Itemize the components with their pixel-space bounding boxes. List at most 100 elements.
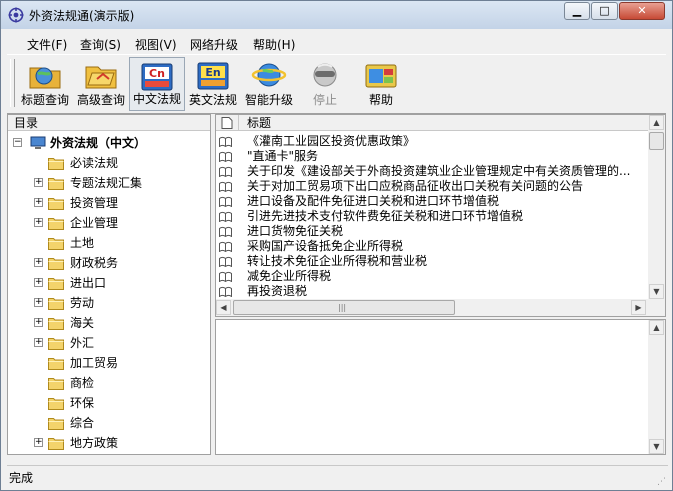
tree-item-label: 地方政策 xyxy=(70,436,119,450)
resize-grip-icon[interactable]: ⋰ xyxy=(657,477,666,487)
folder-icon xyxy=(48,438,64,450)
tree-header-label: 目录 xyxy=(14,116,39,130)
tree-item[interactable]: 商检 xyxy=(8,373,208,393)
collapse-icon[interactable]: − xyxy=(13,138,22,147)
list-item-title: "直通卡"服务 xyxy=(247,149,319,163)
column-divider[interactable] xyxy=(238,115,239,131)
title-bar[interactable]: 外资法规通(演示版) ▁ □ ✕ xyxy=(1,1,672,29)
open-book-icon xyxy=(219,151,232,162)
tree-item[interactable]: 加工贸易 xyxy=(8,353,208,373)
scroll-thumb[interactable] xyxy=(649,132,664,150)
tree-item-label: 商检 xyxy=(70,376,95,390)
tree-item-label: 外汇 xyxy=(70,336,95,350)
scroll-down-icon[interactable]: ▼ xyxy=(649,284,664,299)
list-item[interactable]: 引进先进技术支付软件费免征关税和进口环节增值税 xyxy=(216,209,646,224)
tree-item[interactable]: + 进出口 xyxy=(8,273,208,293)
open-book-icon xyxy=(219,256,232,267)
list-vertical-scrollbar[interactable]: ▲ ▼ xyxy=(648,115,665,299)
list-item[interactable]: 进口货物免征关税 xyxy=(216,224,646,239)
list-item[interactable]: 关于印发《建设部关于外商投资建筑业企业管理规定中有关资质管理的... xyxy=(216,164,646,179)
tree-item-label: 财政税务 xyxy=(70,256,119,270)
tree-item[interactable]: + 海关 xyxy=(8,313,208,333)
list-horizontal-scrollbar[interactable]: ◀ ||| ▶ xyxy=(216,299,648,316)
list-item-title: 关于对加工贸易项下出口应税商品征收出口关税有关问题的公告 xyxy=(247,179,584,193)
tree-item[interactable]: 土地 xyxy=(8,233,208,253)
tree-item-label: 环保 xyxy=(70,396,95,410)
expand-icon[interactable]: + xyxy=(34,298,43,307)
tree-item-label: 土地 xyxy=(70,236,95,250)
expand-icon[interactable]: + xyxy=(34,258,43,267)
expand-icon[interactable]: + xyxy=(34,198,43,207)
list-item[interactable]: 采购国产设备抵免企业所得税 xyxy=(216,239,646,254)
tree-item-label: 海关 xyxy=(70,316,95,330)
open-book-icon xyxy=(219,271,232,282)
close-button[interactable]: ✕ xyxy=(619,2,665,20)
maximize-button[interactable]: □ xyxy=(591,2,618,20)
folder-icon xyxy=(48,218,64,230)
app-logo-icon xyxy=(8,7,24,23)
folder-icon xyxy=(48,278,64,290)
tree-item[interactable]: + 劳动 xyxy=(8,293,208,313)
maximize-icon: □ xyxy=(599,4,610,17)
tree-root[interactable]: − 外资法规（中文） xyxy=(8,133,208,153)
regulation-list-pane[interactable]: 标题 《灌南工业园区投资优惠政策》 "直通卡"服务 关于印发《建设部关于外商投资建筑… xyxy=(215,114,666,317)
detail-vertical-scrollbar[interactable]: ▲ ▼ xyxy=(648,320,665,454)
menu-network-upgrade[interactable]: 网络升级 xyxy=(190,36,238,53)
horizontal-scroll-thumb[interactable]: ||| xyxy=(233,300,455,315)
list-item[interactable]: 进口设备及配件免征进口关税和进口环节增值税 xyxy=(216,194,646,209)
expand-icon[interactable]: + xyxy=(34,278,43,287)
expand-icon[interactable]: + xyxy=(34,338,43,347)
scroll-left-icon[interactable]: ◀ xyxy=(216,300,231,315)
list-item[interactable]: 减免企业所得税 xyxy=(216,269,646,284)
folder-icon xyxy=(48,238,64,250)
list-item[interactable]: 再投资退税 xyxy=(216,284,646,298)
expand-icon[interactable]: + xyxy=(34,318,43,327)
advanced-search-button[interactable]: 高级查询 xyxy=(73,57,129,111)
title-search-button[interactable]: 标题查询 xyxy=(17,57,73,111)
tree-item[interactable]: 综合 xyxy=(8,413,208,433)
list-item[interactable]: 关于对加工贸易项下出口应税商品征收出口关税有关问题的公告 xyxy=(216,179,646,194)
list-body: 《灌南工业园区投资优惠政策》 "直通卡"服务 关于印发《建设部关于外商投资建筑业企业… xyxy=(216,132,648,298)
open-book-icon xyxy=(219,181,232,192)
detail-scroll-up-icon[interactable]: ▲ xyxy=(649,320,664,335)
scroll-up-icon[interactable]: ▲ xyxy=(649,115,664,130)
tree-item[interactable]: + 财政税务 xyxy=(8,253,208,273)
expand-icon[interactable]: + xyxy=(34,438,43,447)
menu-help[interactable]: 帮助(H) xyxy=(253,36,295,53)
open-book-icon xyxy=(219,166,232,177)
help-icon xyxy=(365,64,397,88)
directory-tree-pane[interactable]: 目录 − 外资法规（中文） 必读法规 + 专题法规汇集 + 投资管理 + 企业管理土地 + 财政… xyxy=(7,114,211,455)
svg-text:Cn: Cn xyxy=(149,67,165,80)
detail-pane[interactable]: ▲ ▼ xyxy=(215,319,666,455)
tree-item[interactable]: 环保 xyxy=(8,393,208,413)
menu-file[interactable]: 文件(F) xyxy=(27,36,67,53)
list-item[interactable]: 《灌南工业园区投资优惠政策》 xyxy=(216,134,646,149)
tree-item[interactable]: + 外汇 xyxy=(8,333,208,353)
list-item[interactable]: "直通卡"服务 xyxy=(216,149,646,164)
expand-icon[interactable]: + xyxy=(34,218,43,227)
smart-upgrade-button[interactable]: 智能升级 xyxy=(241,57,297,111)
menu-search[interactable]: 查询(S) xyxy=(80,36,121,53)
tree-item[interactable]: + 专题法规汇集 xyxy=(8,173,208,193)
tree-item[interactable]: + 地方政策 xyxy=(8,433,208,453)
title-column-header[interactable]: 标题 xyxy=(247,115,271,131)
scroll-right-icon[interactable]: ▶ xyxy=(631,300,646,315)
english-regulations-button[interactable]: En 英文法规 xyxy=(185,57,241,111)
toolbar-grip[interactable] xyxy=(10,59,15,107)
svg-text:En: En xyxy=(205,66,220,79)
minimize-button[interactable]: ▁ xyxy=(564,2,590,20)
help-button[interactable]: 帮助 xyxy=(353,57,409,111)
expand-icon[interactable]: + xyxy=(34,178,43,187)
stop-button[interactable]: 停止 xyxy=(297,57,353,111)
tree-item[interactable]: + 投资管理 xyxy=(8,193,208,213)
chinese-regulations-button[interactable]: Cn 中文法规 xyxy=(129,57,185,111)
close-icon: ✕ xyxy=(637,4,647,17)
menu-view[interactable]: 视图(V) xyxy=(135,36,177,53)
list-item-title: 再投资退税 xyxy=(247,284,308,298)
detail-scroll-down-icon[interactable]: ▼ xyxy=(649,439,664,454)
tree-item[interactable]: + 企业管理 xyxy=(8,213,208,233)
english-regulations-icon: En xyxy=(197,62,229,90)
list-item[interactable]: 转让技术免征企业所得税和营业税 xyxy=(216,254,646,269)
tree-item[interactable]: 必读法规 xyxy=(8,153,208,173)
list-item-title: 进口设备及配件免征进口关税和进口环节增值税 xyxy=(247,194,500,208)
